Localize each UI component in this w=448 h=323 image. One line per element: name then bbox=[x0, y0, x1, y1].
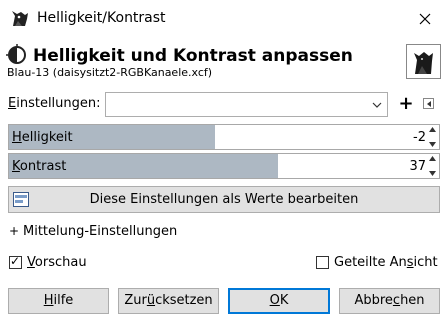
combo-dropdown-button[interactable] bbox=[367, 93, 387, 116]
brightness-spin[interactable] bbox=[428, 127, 437, 147]
contrast-mnemonic: K bbox=[12, 159, 20, 174]
expand-plus-icon: + bbox=[9, 224, 20, 238]
close-icon bbox=[419, 13, 431, 25]
settings-label: Einstellungen: bbox=[8, 96, 101, 111]
window-title: Helligkeit/Kontrast bbox=[37, 10, 166, 26]
edit-as-values-button[interactable]: Diese Einstellungen als Werte bearbeiten bbox=[8, 186, 440, 213]
image-subtitle: Blau-13 (daisysitzt2-RGBKanaele.xcf) bbox=[7, 66, 213, 79]
split-view-label: Geteilte Ansicht bbox=[334, 255, 438, 270]
dog-thumbnail-icon bbox=[414, 52, 433, 74]
close-button[interactable] bbox=[402, 0, 448, 38]
cancel-label-a: Abbre bbox=[354, 293, 393, 308]
title-bar: Helligkeit/Kontrast bbox=[0, 0, 448, 38]
edit-as-values-label: Diese Einstellungen als Werte bearbeiten bbox=[89, 192, 359, 207]
split-view-mnemonic: s bbox=[406, 255, 414, 270]
brightness-contrast-icon bbox=[6, 44, 26, 64]
help-label-rest: ilfe bbox=[53, 293, 74, 308]
contrast-spin[interactable] bbox=[428, 156, 437, 176]
chevron-down-icon bbox=[372, 102, 382, 108]
ok-mnemonic: O bbox=[269, 293, 280, 308]
brightness-label-rest: elligkeit bbox=[21, 130, 73, 145]
triangle-left-icon bbox=[426, 100, 431, 107]
contrast-value[interactable]: 37 bbox=[409, 159, 426, 174]
reset-label-b: cksetzen bbox=[155, 293, 213, 308]
reset-label-a: Zur bbox=[124, 293, 147, 308]
reset-mnemonic: ü bbox=[146, 293, 156, 308]
settings-mnemonic: E bbox=[8, 96, 17, 111]
cancel-label-b: hen bbox=[400, 293, 425, 308]
ok-button[interactable]: OK bbox=[228, 288, 330, 314]
split-view-label-b: icht bbox=[413, 255, 438, 270]
cancel-mnemonic: c bbox=[392, 293, 401, 308]
settings-menu-button[interactable] bbox=[423, 98, 434, 109]
help-button[interactable]: Hilfe bbox=[8, 288, 109, 314]
settings-label-rest: instellungen: bbox=[16, 96, 101, 111]
wilber-dog-icon bbox=[12, 11, 28, 26]
layer-thumbnail bbox=[406, 44, 441, 79]
contrast-label: Kontrast bbox=[12, 159, 66, 174]
brightness-mnemonic: H bbox=[12, 130, 22, 145]
brightness-label: Helligkeit bbox=[12, 130, 73, 145]
cancel-button[interactable]: Abbrechen bbox=[339, 288, 440, 314]
reset-button[interactable]: Zurücksetzen bbox=[118, 288, 219, 314]
spin-down-icon[interactable] bbox=[429, 171, 436, 176]
preview-mnemonic: V bbox=[27, 255, 35, 270]
contrast-slider[interactable]: Kontrast 37 bbox=[8, 153, 440, 179]
preview-checkbox[interactable] bbox=[9, 254, 22, 269]
split-view-label-a: Geteilte An bbox=[334, 255, 407, 270]
averaging-settings-expander[interactable]: + Mittelung-Einstellungen bbox=[9, 224, 177, 239]
brightness-value[interactable]: -2 bbox=[413, 130, 426, 145]
spin-up-icon[interactable] bbox=[429, 156, 436, 161]
settings-combobox[interactable] bbox=[105, 92, 388, 117]
preview-label-rest: orschau bbox=[34, 255, 87, 270]
expander-label: Mittelung-Einstellungen bbox=[23, 224, 178, 239]
preview-label: Vorschau bbox=[27, 255, 87, 270]
dialog-heading: Helligkeit und Kontrast anpassen bbox=[33, 46, 353, 66]
ok-label-rest: K bbox=[279, 293, 289, 308]
add-preset-button[interactable]: + bbox=[398, 94, 414, 114]
contrast-label-rest: ontrast bbox=[19, 159, 67, 174]
spin-up-icon[interactable] bbox=[429, 127, 436, 132]
split-view-checkbox[interactable] bbox=[316, 256, 329, 269]
spin-down-icon[interactable] bbox=[429, 142, 436, 147]
brightness-slider[interactable]: Helligkeit -2 bbox=[8, 124, 440, 150]
